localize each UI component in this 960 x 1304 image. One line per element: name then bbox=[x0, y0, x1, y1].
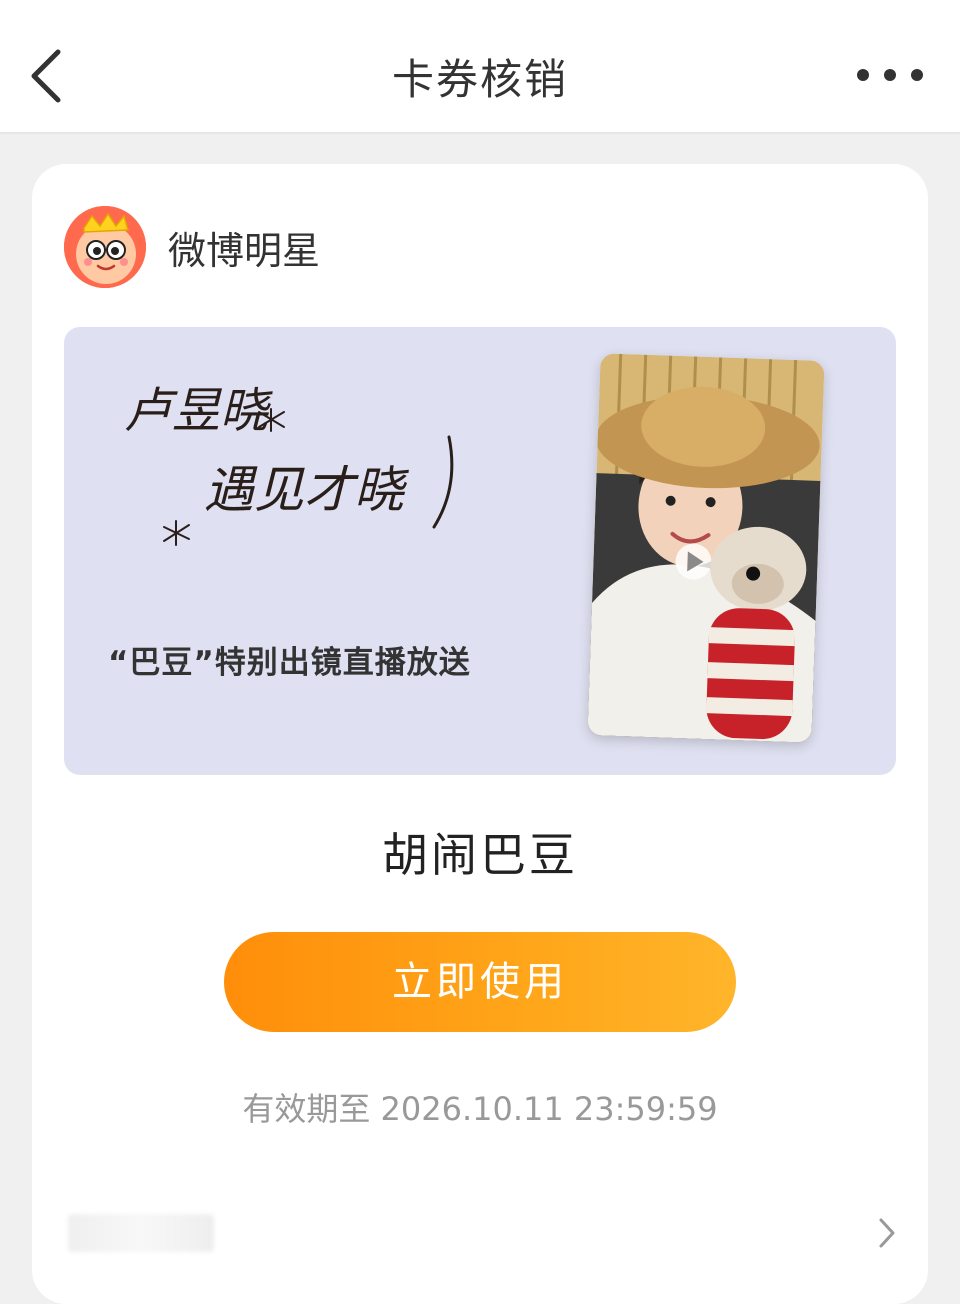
expiry-date: 有效期至 2026.10.11 23:59:59 bbox=[242, 1090, 718, 1128]
banner-subtitle: “巴豆”特别出镜直播放送 bbox=[108, 645, 471, 681]
chevron-right-icon bbox=[879, 1218, 895, 1248]
more-dots-icon bbox=[857, 69, 923, 81]
top-nav-bar: 卡券核销 bbox=[0, 0, 960, 134]
promo-photo[interactable] bbox=[587, 353, 825, 743]
page-title: 卡券核销 bbox=[391, 55, 568, 104]
brand-avatar[interactable] bbox=[64, 206, 146, 288]
svg-text:卢昱晓: 卢昱晓 bbox=[124, 383, 273, 439]
cartoon-mascot-icon bbox=[64, 206, 146, 288]
coupon-card: 微博明星 卢昱晓 遇见才晓 “巴豆”特别出镜直播放送 胡闹巴豆 立即使用 有效期… bbox=[32, 164, 928, 1304]
use-now-button[interactable]: 立即使用 bbox=[224, 932, 736, 1032]
coupon-name: 胡闹巴豆 bbox=[382, 828, 578, 882]
brand-name[interactable]: 微博明星 bbox=[168, 220, 320, 275]
details-row-arrow[interactable] bbox=[876, 1216, 898, 1250]
svg-text:遇见才晓: 遇见才晓 bbox=[204, 461, 409, 519]
coupon-banner: 卢昱晓 遇见才晓 “巴豆”特别出镜直播放送 bbox=[64, 327, 896, 775]
more-button[interactable] bbox=[854, 60, 926, 90]
handwritten-title-graphic: 卢昱晓 遇见才晓 bbox=[124, 383, 454, 546]
redacted-text bbox=[68, 1214, 214, 1252]
person-with-plush-photo bbox=[587, 353, 825, 743]
